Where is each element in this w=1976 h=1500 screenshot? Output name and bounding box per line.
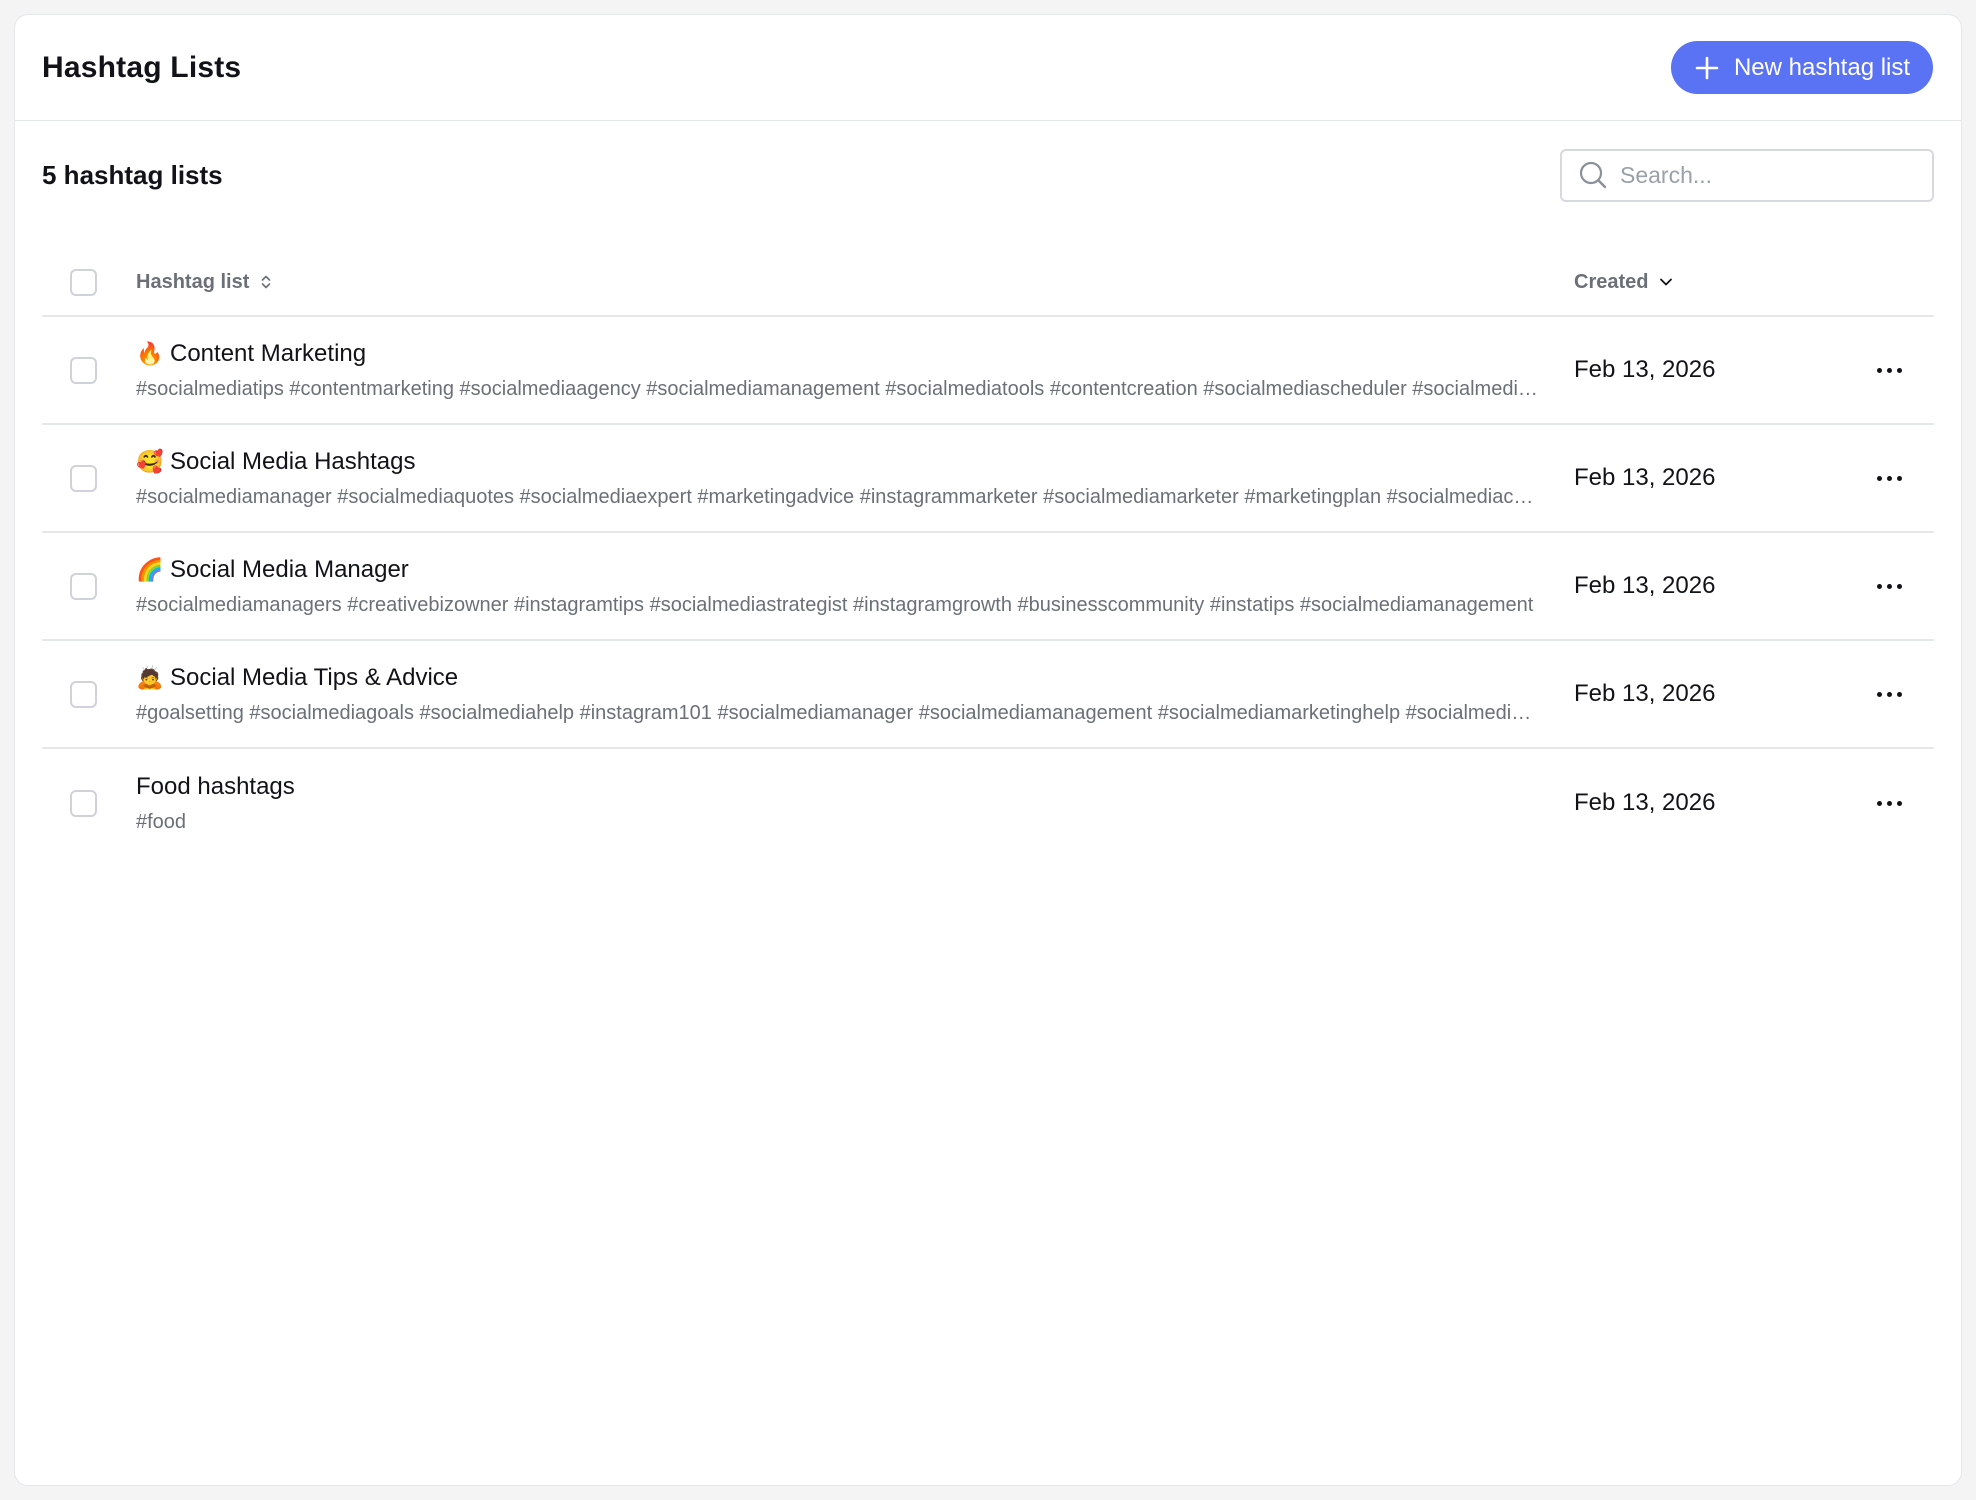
panel-header: Hashtag Lists New hashtag list [15,15,1961,121]
page-title: Hashtag Lists [42,50,242,84]
bowing-person-emoji-icon: 🙇 [136,664,164,690]
column-header-created-label: Created [1574,270,1649,293]
hashtag-lists-panel: Hashtag Lists New hashtag list 5 hashtag… [14,14,1962,1486]
hashtag-list-name[interactable]: Food hashtags [136,773,295,801]
row-checkbox[interactable] [69,680,97,708]
select-all-checkbox[interactable] [69,268,97,296]
hashtag-list-name[interactable]: Social Media Hashtags [170,448,415,476]
created-date: Feb 13, 2026 [1574,680,1716,707]
search-input[interactable] [1620,161,1916,189]
rainbow-emoji-icon: 🌈 [136,556,164,582]
created-date: Feb 13, 2026 [1574,356,1716,383]
hashtag-list-name[interactable]: Social Media Tips & Advice [170,664,458,692]
fire-emoji-icon: 🔥 [136,340,164,366]
created-date: Feb 13, 2026 [1574,464,1716,491]
hashtag-list-tags: #food [136,810,187,833]
new-hashtag-list-button[interactable]: New hashtag list [1671,41,1933,94]
more-options-icon[interactable] [1867,571,1911,601]
row-checkbox[interactable] [69,356,97,384]
search-icon [1579,161,1607,189]
table-row[interactable]: 🥰 Social Media Hashtags #socialmediamana… [42,425,1934,533]
row-checkbox[interactable] [69,789,97,817]
chevron-down-icon [1660,278,1673,286]
table-row[interactable]: 🌈 Social Media Manager #socialmediamanag… [42,533,1934,641]
sort-icon [262,275,271,289]
new-hashtag-list-label: New hashtag list [1733,53,1911,81]
list-count: 5 hashtag lists [42,159,223,190]
table-header: Hashtag list Created [42,249,1934,317]
column-header-hashtag-list[interactable]: Hashtag list [136,271,273,294]
more-options-icon[interactable] [1867,463,1911,493]
table-row[interactable]: Food hashtags #food Feb 13, 2026 [42,749,1934,857]
row-checkbox[interactable] [69,572,97,600]
table-row[interactable]: 🙇 Social Media Tips & Advice #goalsettin… [42,641,1934,749]
hashtag-table: Hashtag list Created 🔥 Content Marketing… [42,249,1934,857]
more-options-icon[interactable] [1867,788,1911,818]
more-options-icon[interactable] [1867,355,1911,385]
created-date: Feb 13, 2026 [1574,572,1716,599]
search-box[interactable] [1560,148,1934,202]
hashtag-list-name[interactable]: Social Media Manager [170,556,409,584]
column-header-hashtag-list-label: Hashtag list [136,270,250,293]
more-options-icon[interactable] [1867,679,1911,709]
hashtag-list-tags: #socialmediamanager #socialmediaquotes #… [136,485,1538,508]
hashtag-list-tags: #socialmediatips #contentmarketing #soci… [136,377,1538,400]
hashtag-list-tags: #socialmediamanagers #creativebizowner #… [136,593,1534,616]
table-row[interactable]: 🔥 Content Marketing #socialmediatips #co… [42,317,1934,425]
plus-icon [1695,56,1719,79]
hashtag-list-tags: #goalsetting #socialmediagoals #socialme… [136,701,1538,724]
toolbar: 5 hashtag lists [15,121,1961,229]
hashtag-list-name[interactable]: Content Marketing [170,340,366,368]
smiling-face-emoji-icon: 🥰 [136,448,164,474]
row-checkbox[interactable] [69,464,97,492]
created-date: Feb 13, 2026 [1574,789,1716,816]
column-header-created[interactable]: Created [1574,271,1674,294]
